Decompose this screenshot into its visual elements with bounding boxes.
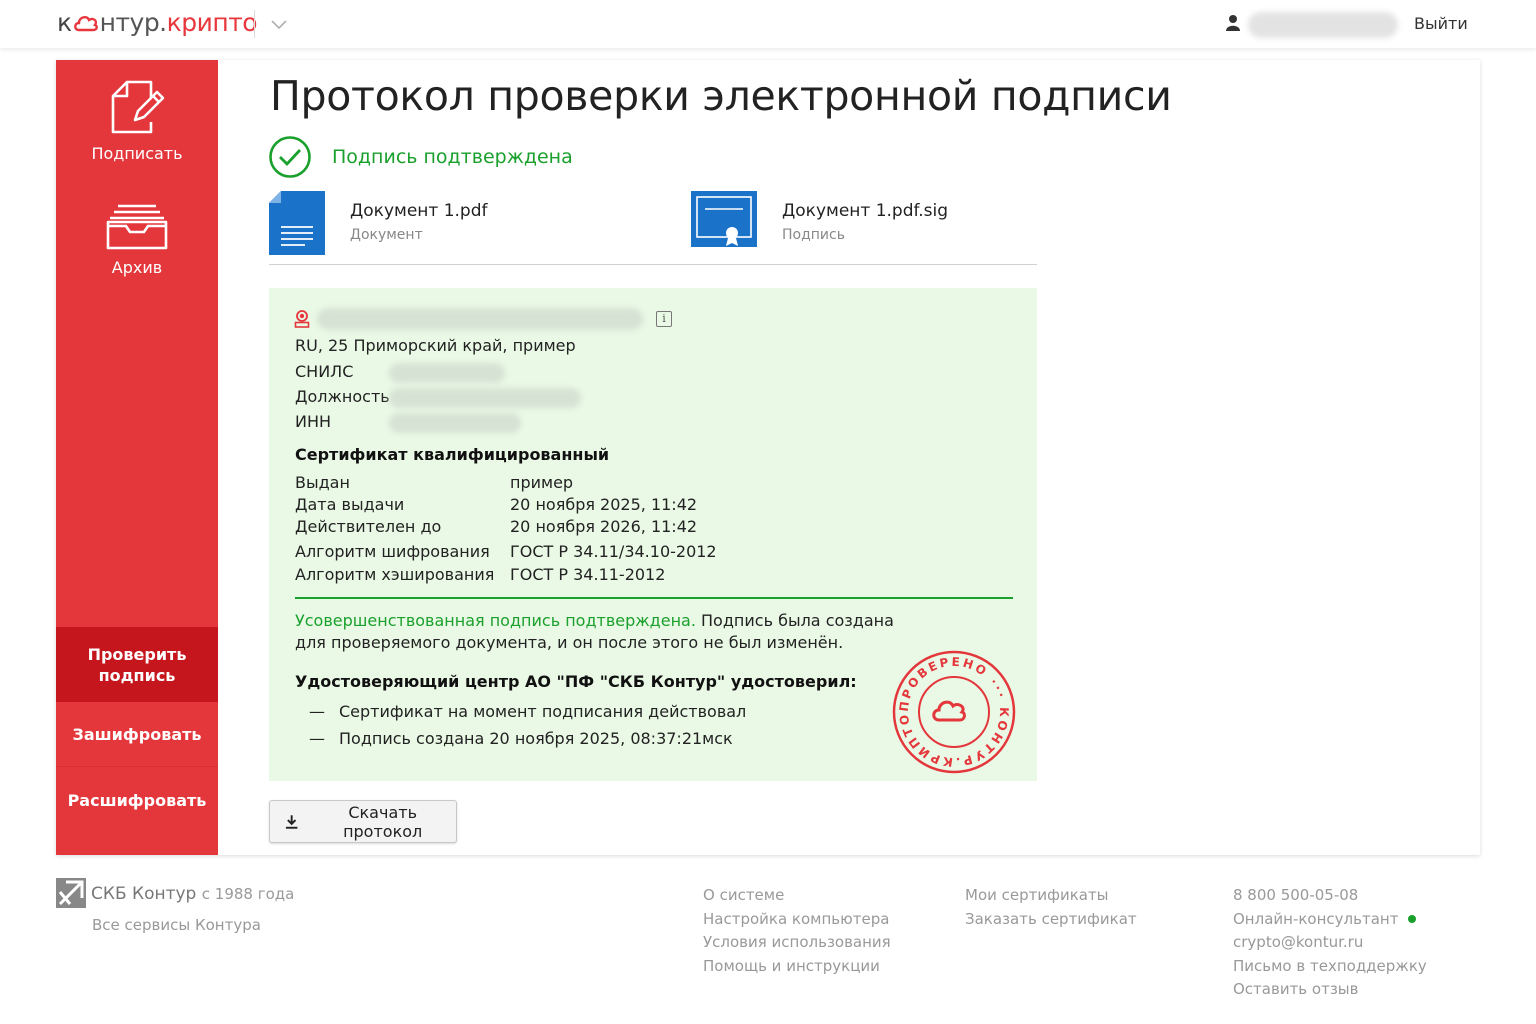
footer-phone[interactable]: 8 800 500-05-08 <box>1233 884 1427 908</box>
sidebar-item-verify-label: Проверить подпись <box>87 644 187 685</box>
main-panel: Подписать Архив Проверить подпись Зашифр… <box>56 60 1480 855</box>
cert-row-label: Выдан <box>295 473 350 492</box>
document-icon <box>269 191 325 259</box>
skb-kontur-logo-icon[interactable] <box>56 878 86 912</box>
ca-item-text: Подпись создана 20 ноября 2025, 08:37:21… <box>339 729 733 748</box>
verification-result: Усовершенствованная подпись подтверждена… <box>295 610 895 654</box>
download-protocol-label: Скачать протокол <box>343 802 423 841</box>
sidebar-item-archive-label: Архив <box>111 258 163 277</box>
documents-divider <box>269 264 1037 265</box>
signature-file-type: Подпись <box>782 227 845 243</box>
sidebar-item-encrypt[interactable]: Зашифровать <box>56 703 218 767</box>
footer-link[interactable]: Оставить отзыв <box>1233 978 1427 1002</box>
result-status-green: Усовершенствованная подпись подтверждена… <box>295 611 696 630</box>
cert-row-issue-date: Дата выдачи 20 ноября 2025, 11:42 <box>295 495 697 514</box>
cert-row-label: Дата выдачи <box>295 495 405 514</box>
verification-status: Подпись подтверждена <box>332 146 573 168</box>
field-position-label: Должность <box>295 387 390 406</box>
footer-link[interactable]: О системе <box>703 884 891 908</box>
verified-stamp-icon: ПРОВЕРЕНО ··· КОНТУР.КРИПТО ··· <box>889 639 1016 778</box>
footer-link[interactable]: Настройка компьютера <box>703 908 891 932</box>
document-name[interactable]: Документ 1.pdf <box>350 201 488 221</box>
cert-row-value: 20 ноября 2025, 11:42 <box>510 495 698 514</box>
logo-text-ntur: нтур. <box>99 8 168 37</box>
footer-column-certificates: Мои сертификаты Заказать сертификат <box>965 884 1137 931</box>
content-area: Протокол проверки электронной подписи По… <box>218 60 1480 855</box>
document-type: Документ <box>350 227 423 243</box>
field-position-value-blurred <box>389 388 581 408</box>
field-snils-value-blurred <box>389 363 505 383</box>
sign-document-icon <box>111 80 165 134</box>
user-name-blurred[interactable] <box>1248 12 1398 38</box>
signature-info-box: i RU, 25 Приморский край, пример СНИЛС Д… <box>269 288 1037 781</box>
top-bar: к нтур.крипто Выйти <box>0 0 1536 48</box>
footer-brand-since: с 1988 года <box>201 885 295 903</box>
result-divider <box>295 597 1013 599</box>
kontur-crypto-logo[interactable]: к нтур.крипто <box>57 8 258 39</box>
footer-link[interactable]: Помощь и инструкции <box>703 955 891 979</box>
certificate-title: Сертификат квалифицированный <box>295 445 610 464</box>
check-circle-icon <box>268 135 312 183</box>
all-services-link[interactable]: Все сервисы Контура <box>92 916 261 934</box>
footer-column-about: О системе Настройка компьютера Условия и… <box>703 884 891 978</box>
archive-tray-icon <box>106 204 168 250</box>
footer-link[interactable]: Условия использования <box>703 931 891 955</box>
footer-link[interactable]: Мои сертификаты <box>965 884 1137 908</box>
chevron-down-icon[interactable] <box>270 16 288 35</box>
field-inn-label: ИНН <box>295 412 332 431</box>
field-snils-label: СНИЛС <box>295 362 354 381</box>
cert-row-label: Алгоритм хэширования <box>295 565 495 584</box>
logout-link[interactable]: Выйти <box>1414 14 1468 33</box>
cert-row-value: ГОСТ Р 34.11-2012 <box>510 565 666 584</box>
cert-row-issuer: Выдан пример <box>295 473 573 492</box>
download-icon <box>285 814 298 829</box>
sidebar-item-decrypt[interactable]: Расшифровать <box>56 768 218 832</box>
ca-item-text: Сертификат на момент подписания действов… <box>339 702 747 721</box>
sidebar-item-encrypt-label: Зашифровать <box>72 725 202 744</box>
signer-person-icon <box>294 310 310 332</box>
footer-column-support: 8 800 500-05-08 Онлайн-консультант crypt… <box>1233 884 1427 1002</box>
footer-online-consultant-label: Онлайн-консультант <box>1233 909 1399 928</box>
cert-row-value: ГОСТ Р 34.11/34.10-2012 <box>510 542 717 561</box>
signature-file-name[interactable]: Документ 1.pdf.sig <box>782 201 948 221</box>
cert-row-label: Алгоритм шифрования <box>295 542 490 561</box>
page-title: Протокол проверки электронной подписи <box>270 72 1172 120</box>
footer-link[interactable]: Заказать сертификат <box>965 908 1137 932</box>
ca-title: Удостоверяющий центр АО "ПФ "СКБ Контур"… <box>295 672 857 691</box>
sidebar-item-verify[interactable]: Проверить подпись <box>56 627 218 702</box>
field-inn-value-blurred <box>389 413 521 433</box>
sidebar-item-sign-label: Подписать <box>91 144 183 163</box>
cert-row-label: Действителен до <box>295 517 442 536</box>
ca-item: — Сертификат на момент подписания действо… <box>309 702 747 721</box>
sidebar-item-decrypt-label: Расшифровать <box>67 790 207 810</box>
download-protocol-button[interactable]: Скачать протокол <box>269 800 457 843</box>
certificate-icon <box>691 191 757 251</box>
footer-brand-name: СКБ Контур <box>91 884 197 904</box>
footer-email[interactable]: crypto@kontur.ru <box>1233 931 1427 955</box>
footer-link[interactable]: Письмо в техподдержку <box>1233 955 1427 979</box>
signer-address: RU, 25 Приморский край, пример <box>295 336 576 355</box>
ca-item: — Подпись создана 20 ноября 2025, 08:37:2… <box>309 729 733 748</box>
sidebar-item-archive[interactable]: Архив <box>56 200 218 290</box>
cert-row-hash-algorithm: Алгоритм хэширования ГОСТ Р 34.11-2012 <box>295 565 665 584</box>
sidebar-item-sign[interactable]: Подписать <box>56 78 218 188</box>
cert-row-value: 20 ноября 2026, 11:42 <box>510 517 698 536</box>
footer-online-consultant[interactable]: Онлайн-консультант <box>1233 908 1427 932</box>
cert-row-valid-until: Действителен до 20 ноября 2026, 11:42 <box>295 517 697 536</box>
cert-row-encryption-algorithm: Алгоритм шифрования ГОСТ Р 34.11/34.10-20… <box>295 542 717 561</box>
cloud-logo-icon <box>73 10 99 39</box>
footer: СКБ Контур с 1988 года Все сервисы Конту… <box>0 870 1536 1024</box>
cert-row-value: пример <box>510 473 574 492</box>
info-icon[interactable]: i <box>656 311 672 327</box>
footer-brand: СКБ Контур с 1988 года <box>91 884 294 904</box>
sidebar: Подписать Архив Проверить подпись Зашифр… <box>56 60 218 855</box>
logo-text-crypto: крипто <box>166 8 258 37</box>
header-divider <box>254 10 255 38</box>
user-icon <box>1225 14 1241 36</box>
online-status-icon <box>1408 914 1417 923</box>
logo-text-k: к <box>57 8 72 37</box>
signer-name-blurred <box>317 308 643 330</box>
